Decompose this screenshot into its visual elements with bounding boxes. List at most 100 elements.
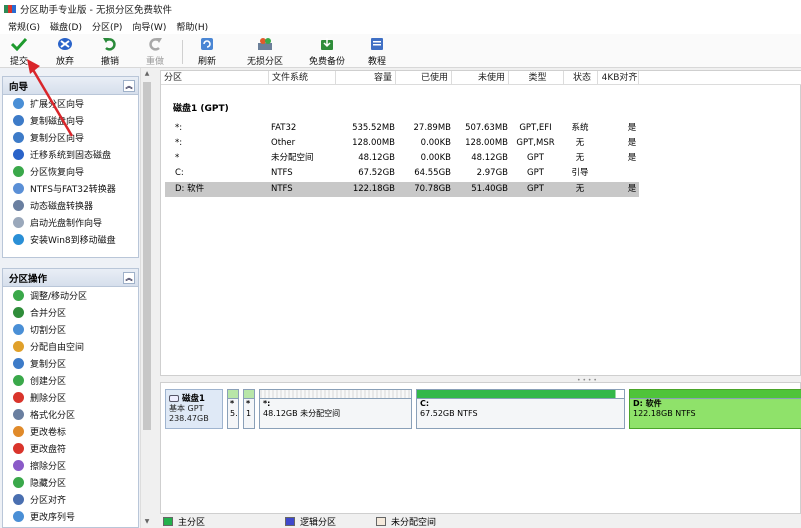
- partition-block-msr[interactable]: * 1: [243, 389, 255, 429]
- legend-logical: 逻辑分区: [285, 515, 336, 528]
- logical-swatch: [285, 516, 296, 526]
- op-split[interactable]: 切割分区: [3, 321, 138, 338]
- label-icon: [13, 426, 24, 437]
- op-change-letter[interactable]: 更改盘符: [3, 440, 138, 457]
- col-status[interactable]: 状态: [564, 71, 598, 85]
- col-type[interactable]: 类型: [509, 71, 564, 85]
- col-capacity[interactable]: 容量: [336, 71, 396, 85]
- toolbar-separator: [182, 40, 183, 64]
- op-copy[interactable]: 复制分区: [3, 355, 138, 372]
- scrollbar-thumb[interactable]: [143, 82, 151, 430]
- align-icon: [13, 494, 24, 505]
- wizard-win8-usb[interactable]: 安装Win8到移动磁盘: [3, 231, 138, 248]
- disk-name: 磁盘1: [182, 394, 205, 404]
- table-row[interactable]: *: Other 128.00MB 0.00KB 128.00MB GPT,MS…: [165, 136, 639, 151]
- partition-ops-header[interactable]: 分区操作 ︽: [3, 269, 138, 287]
- partition-copy-icon: [13, 132, 24, 143]
- wizard-copy-partition[interactable]: 复制分区向导: [3, 129, 138, 146]
- partition-block-c[interactable]: C: 67.52GB NTFS: [416, 389, 625, 429]
- cd-icon: [13, 217, 24, 228]
- redo-icon: [146, 36, 164, 52]
- wizard-copy-disk[interactable]: 复制磁盘向导: [3, 112, 138, 129]
- disk-row: 磁盘1 基本 GPT 238.47GB * 5. * 1 *: 48.12GB …: [163, 389, 801, 429]
- col-used[interactable]: 已使用: [396, 71, 452, 85]
- wizard-section-title: 向导: [9, 81, 29, 93]
- col-partition[interactable]: 分区: [161, 71, 269, 85]
- op-allocate-space[interactable]: 分配自由空间: [3, 338, 138, 355]
- table-row-selected[interactable]: D: 软件 NTFS 122.18GB 70.78GB 51.40GB GPT …: [165, 182, 639, 197]
- menu-help[interactable]: 帮助(H): [171, 20, 213, 33]
- left-panel-scrollbar[interactable]: ▲ ▼: [140, 68, 152, 528]
- disk-size: 238.47GB: [169, 414, 209, 423]
- wizard-boot-cd[interactable]: 启动光盘制作向导: [3, 214, 138, 231]
- op-align[interactable]: 分区对齐: [3, 491, 138, 508]
- op-format[interactable]: 格式化分区: [3, 406, 138, 423]
- wizard-recover-partition[interactable]: 分区恢复向导: [3, 163, 138, 180]
- primary-swatch: [163, 516, 173, 526]
- backup-icon: [318, 36, 336, 52]
- op-wipe[interactable]: 擦除分区: [3, 457, 138, 474]
- op-delete[interactable]: 删除分区: [3, 389, 138, 406]
- refresh-button[interactable]: 刷新: [198, 36, 216, 67]
- toolbar: 提交 放弃 撤销 重做 刷新 无损分区 免费备份 教程: [0, 34, 801, 68]
- legend-unallocated: 未分配空间: [376, 515, 436, 528]
- drive-letter-icon: [13, 443, 24, 454]
- wizard-icon: [13, 98, 24, 109]
- windows-icon: [13, 234, 24, 245]
- format-icon: [13, 409, 24, 420]
- wizard-extend-partition[interactable]: 扩展分区向导: [3, 95, 138, 112]
- col-4k-align[interactable]: 4KB对齐: [598, 71, 639, 85]
- table-row[interactable]: C: NTFS 67.52GB 64.55GB 2.97GB GPT 引导: [165, 166, 639, 181]
- menu-general[interactable]: 常规(G): [3, 20, 45, 33]
- convert-icon: [13, 183, 24, 194]
- allocate-icon: [13, 341, 24, 352]
- lossless-partition-button[interactable]: 无损分区: [247, 36, 283, 67]
- wizard-section-header[interactable]: 向导 ︽: [3, 77, 138, 95]
- menu-disk[interactable]: 磁盘(D): [45, 20, 87, 33]
- op-change-label[interactable]: 更改卷标: [3, 423, 138, 440]
- submit-button[interactable]: 提交: [10, 36, 28, 67]
- wizard-migrate-ssd[interactable]: 迁移系统到固态磁盘: [3, 146, 138, 163]
- redo-button[interactable]: 重做: [146, 36, 164, 67]
- wizard-section: 向导 ︽ 扩展分区向导 复制磁盘向导 复制分区向导 迁移系统到固态磁盘 分区恢复…: [2, 76, 139, 258]
- col-unused[interactable]: 未使用: [452, 71, 509, 85]
- recover-icon: [13, 166, 24, 177]
- discard-button[interactable]: 放弃: [56, 36, 74, 67]
- copy-icon: [13, 358, 24, 369]
- scroll-up-icon[interactable]: ▲: [143, 70, 151, 78]
- collapse-icon[interactable]: ︽: [123, 272, 135, 284]
- create-icon: [13, 375, 24, 386]
- app-logo-icon: [4, 4, 16, 14]
- op-merge[interactable]: 合并分区: [3, 304, 138, 321]
- col-filesystem[interactable]: 文件系统: [269, 71, 336, 85]
- partition-block-d[interactable]: D: 软件 122.18GB NTFS: [629, 389, 801, 429]
- refresh-icon: [198, 36, 216, 52]
- resize-icon: [13, 290, 24, 301]
- table-row[interactable]: * 未分配空间 48.12GB 0.00KB 48.12GB GPT 无 是: [165, 151, 639, 166]
- op-resize-move[interactable]: 调整/移动分区: [3, 287, 138, 304]
- free-backup-button[interactable]: 免费备份: [309, 36, 345, 67]
- disk-info-box[interactable]: 磁盘1 基本 GPT 238.47GB: [165, 389, 223, 429]
- wizard-ntfs-fat32[interactable]: NTFS与FAT32转换器: [3, 180, 138, 197]
- op-create[interactable]: 创建分区: [3, 372, 138, 389]
- menu-bar: 常规(G) 磁盘(D) 分区(P) 向导(W) 帮助(H): [0, 18, 801, 34]
- partition-table: 分区 文件系统 容量 已使用 未使用 类型 状态 4KB对齐 磁盘1 (GPT)…: [160, 70, 801, 376]
- legend-primary: 主分区: [163, 515, 205, 528]
- scroll-down-icon[interactable]: ▼: [143, 518, 151, 526]
- partition-block-unallocated[interactable]: *: 48.12GB 未分配空间: [259, 389, 412, 429]
- tutorial-button[interactable]: 教程: [368, 36, 386, 67]
- partition-ops-section: 分区操作 ︽ 调整/移动分区 合并分区 切割分区 分配自由空间 复制分区 创建分…: [2, 268, 139, 528]
- menu-partition[interactable]: 分区(P): [87, 20, 127, 33]
- wizard-dynamic-disk[interactable]: 动态磁盘转换器: [3, 197, 138, 214]
- undo-button[interactable]: 撤销: [101, 36, 119, 67]
- op-hide[interactable]: 隐藏分区: [3, 474, 138, 491]
- disk-group-title[interactable]: 磁盘1 (GPT): [173, 101, 229, 114]
- partition-block-efi[interactable]: * 5.: [227, 389, 239, 429]
- partition-ops-title: 分区操作: [9, 273, 48, 285]
- op-change-serial[interactable]: 更改序列号: [3, 508, 138, 525]
- delete-icon: [13, 392, 24, 403]
- collapse-icon[interactable]: ︽: [123, 80, 135, 92]
- checkmark-icon: [10, 36, 28, 52]
- menu-wizard[interactable]: 向导(W): [127, 20, 171, 33]
- table-row[interactable]: *: FAT32 535.52MB 27.89MB 507.63MB GPT,E…: [165, 121, 639, 136]
